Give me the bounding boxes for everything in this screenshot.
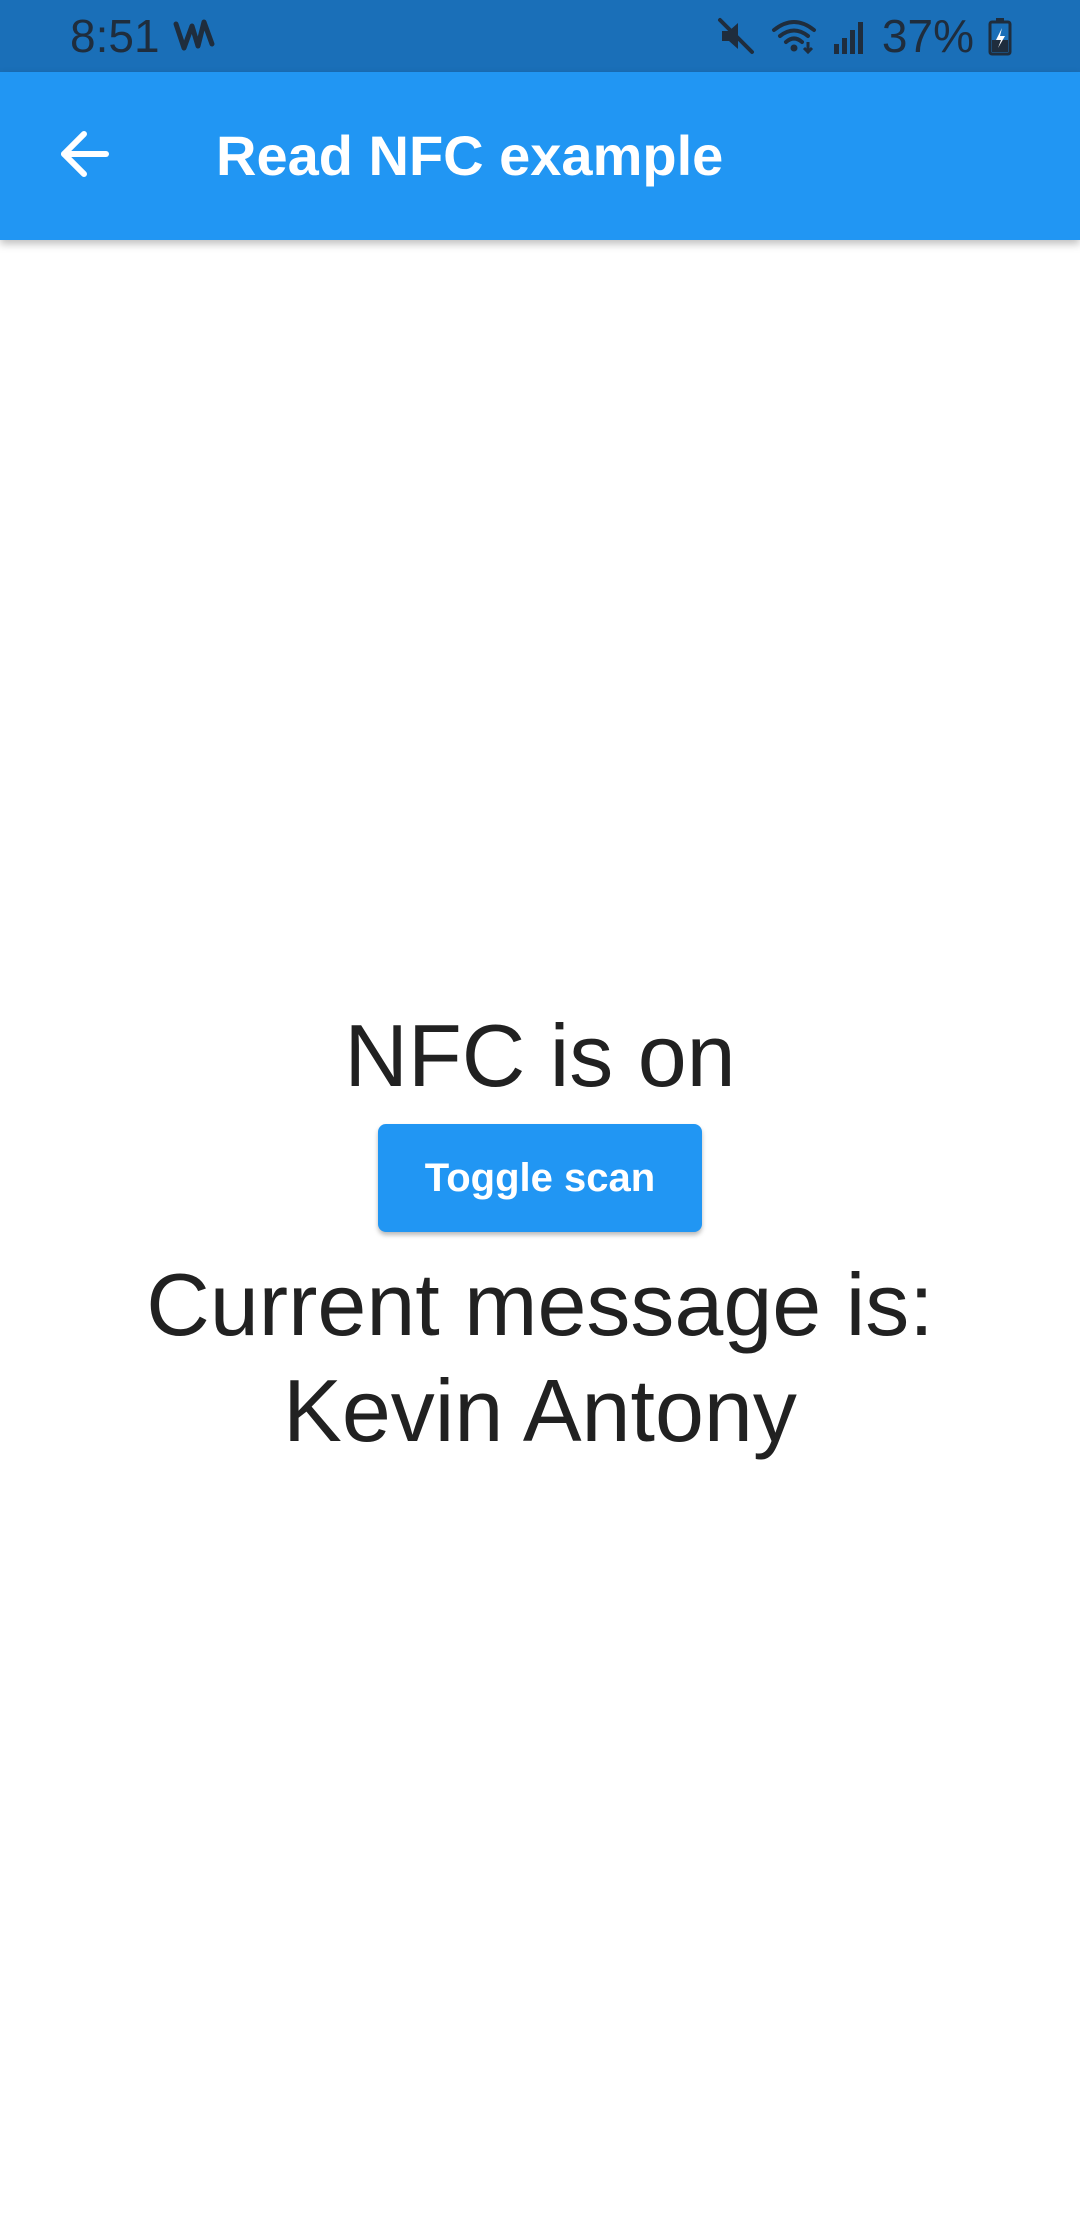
app-bar: Read NFC example — [0, 72, 1080, 240]
screen: 8:51 37% Read NFC example NFC is on Togg… — [0, 0, 1080, 2220]
message-label: Current message is: — [146, 1255, 934, 1354]
status-time: 8:51 — [70, 10, 160, 62]
battery-charging-icon — [988, 16, 1012, 56]
battery-percent: 37% — [881, 10, 974, 62]
toggle-scan-button[interactable]: Toggle scan — [378, 1124, 702, 1232]
arrow-back-icon — [56, 126, 112, 187]
wifi-icon — [770, 16, 818, 56]
status-icons: 37% — [716, 8, 1012, 64]
current-message: Current message is: Kevin Antony — [0, 1252, 1080, 1464]
page-title: Read NFC example — [216, 124, 724, 187]
mute-icon — [716, 16, 756, 56]
back-button[interactable] — [40, 112, 128, 200]
message-value: Kevin Antony — [283, 1361, 797, 1460]
main-content: NFC is on Toggle scan Current message is… — [0, 240, 1080, 2220]
pulse-app-icon — [172, 14, 216, 58]
nfc-status-text: NFC is on — [344, 1006, 736, 1105]
status-bar: 8:51 37% — [0, 0, 1080, 72]
signal-icon — [832, 16, 868, 56]
